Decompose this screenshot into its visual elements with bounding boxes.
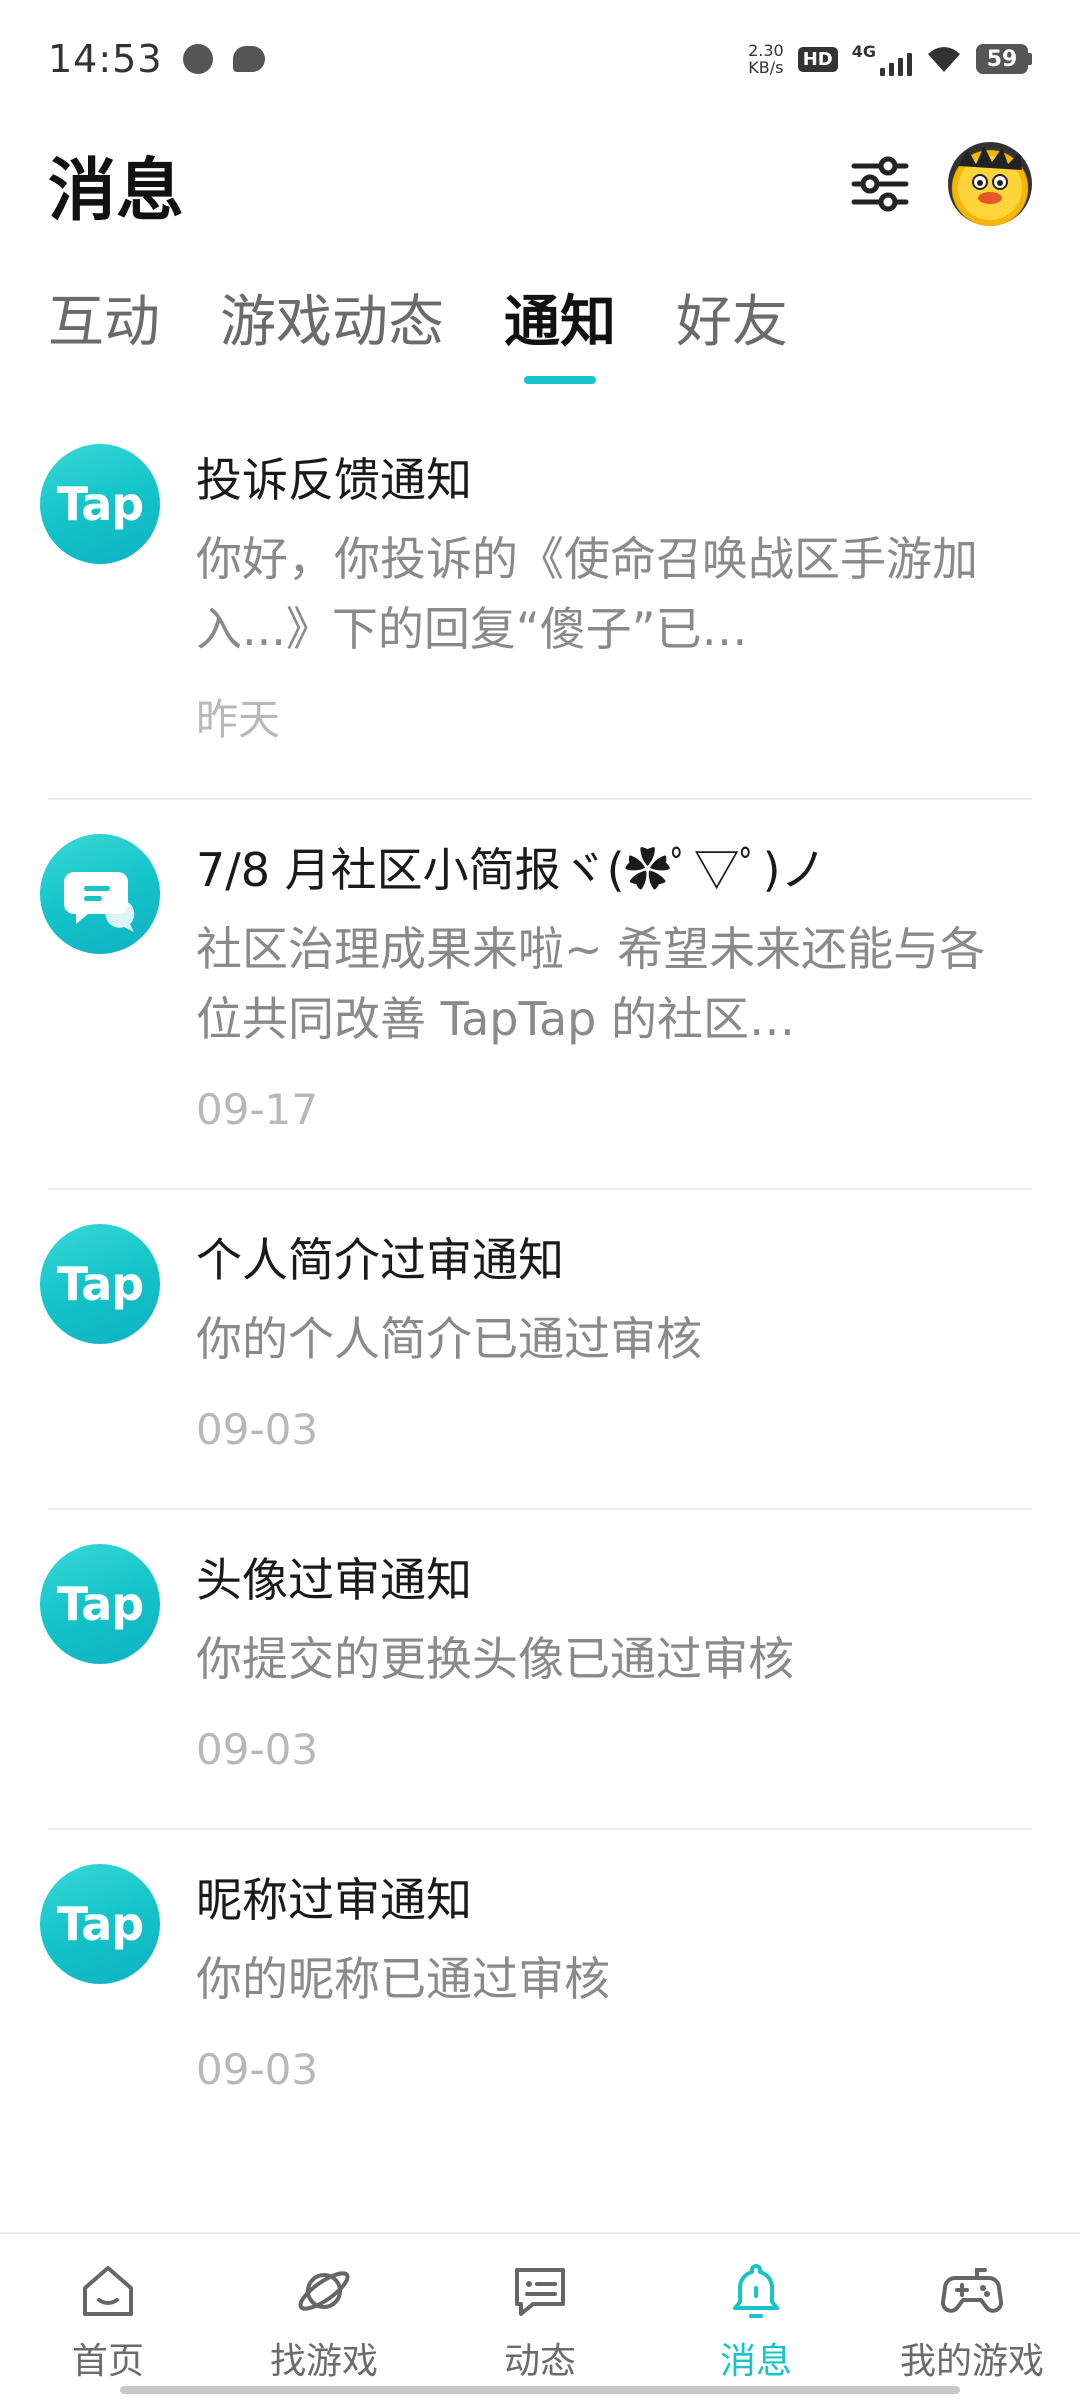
nav-feed[interactable]: 动态 [432, 2234, 648, 2400]
notification-date: 09-03 [196, 2045, 319, 2094]
planet-icon [298, 2271, 350, 2311]
tab-label: 通知 [504, 290, 616, 355]
page-header: 消息 [0, 126, 1080, 242]
gamepad-icon [941, 2268, 1003, 2313]
notification-body: 你提交的更换头像已通过审核 [196, 1632, 794, 1686]
user-avatar[interactable] [948, 142, 1032, 226]
wifi-icon [928, 47, 960, 72]
notification-title: 昵称过审通知 [196, 1873, 472, 1927]
tap-logo-icon: Tap [40, 1224, 160, 1344]
avatar-image [958, 146, 1022, 220]
tab-label: 好友 [676, 290, 788, 355]
speed-icon [182, 44, 213, 74]
signal-bar [889, 63, 894, 76]
message-notification-icon [232, 46, 265, 72]
nav-find-games[interactable]: 找游戏 [216, 2234, 432, 2400]
notification-item[interactable]: 7/8 月社区小简报ヾ(✿ﾟ▽ﾟ)ノ 社区治理成果来啦~ 希望未来还能与各位共同… [40, 800, 1032, 1190]
battery-tip [1028, 53, 1032, 65]
bottom-navigation: 首页 找游戏 动态 消息 我的游戏 [0, 2232, 1080, 2400]
chat-bubble-glyph [64, 872, 135, 932]
active-tab-indicator [524, 376, 596, 384]
notification-date: 09-03 [196, 1725, 319, 1774]
feed-icon [515, 2268, 565, 2316]
notification-item[interactable]: Tap 个人简介过审通知 你的个人简介已通过审核 09-03 [40, 1190, 1032, 1510]
notification-content: 投诉反馈通知 你好，你投诉的《使命召唤战区手游加入...》下的回复“傻子”已… … [196, 410, 1032, 798]
status-left: 14:53 [48, 37, 265, 81]
notification-date: 昨天 [196, 695, 281, 744]
message-tabs: 互动 游戏动态 通知 好友 [0, 282, 1080, 402]
signal-bar [898, 58, 903, 76]
tab-interaction[interactable]: 互动 [48, 282, 160, 392]
notification-item[interactable]: Tap 昵称过审通知 你的昵称已通过审核 09-03 [40, 1830, 1032, 2148]
notification-item[interactable]: Tap 头像过审通知 你提交的更换头像已通过审核 09-03 [40, 1510, 1032, 1830]
nav-messages[interactable]: 消息 [648, 2234, 864, 2400]
header-actions [848, 142, 1032, 226]
notification-body: 你的昵称已通过审核 [196, 1952, 610, 2006]
chat-bubble-icon [40, 834, 160, 954]
hd-icon: HD [797, 46, 838, 72]
status-bar: 14:53 2.30 KB/s HD 4G 59 [0, 0, 1080, 118]
notification-title: 7/8 月社区小简报ヾ(✿ﾟ▽ﾟ)ノ [196, 843, 827, 897]
notification-body: 你的个人简介已通过审核 [196, 1312, 702, 1366]
page-title: 消息 [48, 151, 185, 231]
notification-title: 头像过审通知 [196, 1553, 472, 1607]
status-right: 2.30 KB/s HD 4G 59 [748, 42, 1032, 76]
nav-home[interactable]: 首页 [0, 2234, 216, 2400]
bell-icon [733, 2264, 779, 2318]
notification-content: 7/8 月社区小简报ヾ(✿ﾟ▽ﾟ)ノ 社区治理成果来啦~ 希望未来还能与各位共同… [196, 800, 1032, 1188]
nav-label: 我的游戏 [899, 2341, 1044, 2382]
nav-my-games[interactable]: 我的游戏 [864, 2234, 1080, 2400]
notification-item[interactable]: Tap 投诉反馈通知 你好，你投诉的《使命召唤战区手游加入...》下的回复“傻子… [40, 410, 1032, 800]
status-time: 14:53 [48, 37, 163, 81]
nav-label: 首页 [71, 2341, 144, 2382]
nav-label: 动态 [503, 2341, 576, 2382]
home-icon [83, 2266, 133, 2316]
filter-settings-button[interactable] [848, 152, 912, 216]
gesture-bar[interactable] [120, 2386, 960, 2394]
notification-body: 你好，你投诉的《使命召唤战区手游加入...》下的回复“傻子”已… [196, 532, 978, 656]
notification-body: 社区治理成果来啦~ 希望未来还能与各位共同改善 TapTap 的社区… [196, 922, 986, 1046]
notification-title: 个人简介过审通知 [196, 1233, 564, 1287]
tab-game-updates[interactable]: 游戏动态 [220, 282, 444, 392]
signal-label: 4G [851, 42, 876, 61]
tab-label: 互动 [48, 290, 160, 355]
nav-label: 找游戏 [269, 2341, 378, 2382]
tab-notifications[interactable]: 通知 [504, 282, 616, 392]
notification-date: 09-03 [196, 1405, 319, 1454]
notification-title: 投诉反馈通知 [196, 453, 472, 507]
tap-logo-icon: Tap [40, 444, 160, 564]
notification-date: 09-17 [196, 1085, 319, 1134]
notification-content: 昵称过审通知 你的昵称已通过审核 09-03 [196, 1830, 1032, 2148]
signal-bar [907, 53, 912, 76]
tab-friends[interactable]: 好友 [676, 282, 788, 392]
battery-icon: 59 [976, 44, 1032, 74]
cellular-signal-icon: 4G [852, 42, 912, 76]
network-speed: 2.30 KB/s [748, 42, 784, 76]
notification-content: 头像过审通知 你提交的更换头像已通过审核 09-03 [196, 1510, 1032, 1828]
tab-label: 游戏动态 [220, 290, 444, 355]
nav-label: 消息 [719, 2341, 792, 2382]
tap-logo-icon: Tap [40, 1864, 160, 1984]
signal-bar [880, 68, 885, 76]
tap-logo-icon: Tap [40, 1544, 160, 1664]
network-speed-value: 2.30 [748, 41, 784, 60]
notification-content: 个人简介过审通知 你的个人简介已通过审核 09-03 [196, 1190, 1032, 1508]
network-speed-unit: KB/s [748, 58, 784, 77]
battery-level: 59 [976, 44, 1028, 74]
notification-list: Tap 投诉反馈通知 你好，你投诉的《使命召唤战区手游加入...》下的回复“傻子… [0, 410, 1080, 2148]
